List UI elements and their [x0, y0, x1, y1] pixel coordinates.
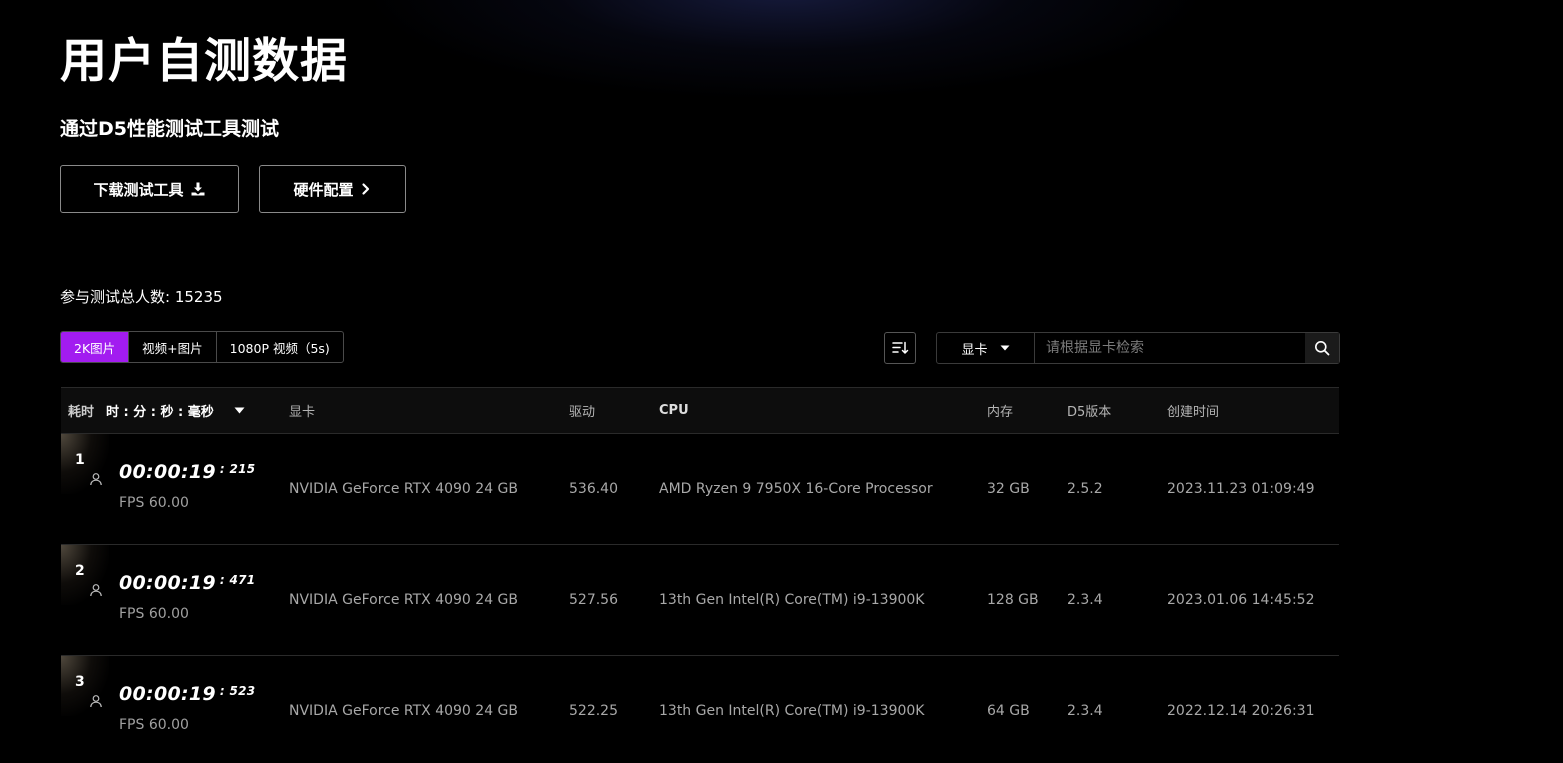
elapsed-time-value: 00:00:19 — [119, 461, 216, 483]
search-icon — [1315, 341, 1330, 356]
tab-video-image[interactable]: 视频+图片 — [129, 332, 217, 362]
gpu-cell: NVIDIA GeForce RTX 4090 24 GB — [289, 481, 519, 497]
download-tool-button[interactable]: 下载测试工具 — [60, 165, 239, 213]
memory-cell: 32 GB — [987, 481, 1030, 497]
version-cell: 2.3.4 — [1067, 703, 1103, 719]
table-row[interactable]: 2 00:00:19: 471 FPS 60.00 NVIDIA GeForce… — [61, 545, 1339, 656]
page-title: 用户自测数据 — [60, 34, 348, 89]
search-field-select[interactable]: 显卡 — [937, 333, 1035, 363]
hardware-button-label: 硬件配置 — [293, 180, 354, 199]
search-box: 显卡 — [936, 332, 1340, 364]
test-mode-tabs: 2K图片 视频+图片 1080P 视频（5s) — [60, 331, 344, 363]
header-version: D5版本 — [1067, 405, 1112, 420]
cpu-cell: 13th Gen Intel(R) Core(TM) i9-13900K — [659, 592, 925, 608]
caret-down-icon — [1000, 345, 1009, 351]
elapsed-time: 00:00:19: 215 — [119, 461, 255, 483]
header-memory: 内存 — [987, 405, 1014, 420]
elapsed-time-value: 00:00:19 — [119, 683, 216, 705]
cpu-cell: AMD Ryzen 9 7950X 16-Core Processor — [659, 481, 933, 497]
time-sort-header[interactable]: 耗时 时 : 分 : 秒 : 毫秒 — [68, 388, 245, 433]
page-subtitle: 通过D5性能测试工具测试 — [60, 118, 279, 140]
driver-cell: 522.25 — [569, 703, 618, 719]
gpu-cell: NVIDIA GeForce RTX 4090 24 GB — [289, 592, 519, 608]
user-icon — [90, 584, 102, 597]
elapsed-ms: : 471 — [219, 573, 256, 587]
driver-cell: 527.56 — [569, 592, 618, 608]
fps-value: FPS 60.00 — [119, 495, 189, 511]
version-cell: 2.3.4 — [1067, 592, 1103, 608]
search-input[interactable] — [1035, 333, 1305, 363]
results-table: 耗时 时 : 分 : 秒 : 毫秒 显卡 驱动 CPU 内存 D5版本 创建时间… — [61, 387, 1339, 763]
tab-2k-image[interactable]: 2K图片 — [61, 332, 130, 362]
table-row[interactable]: 3 00:00:19: 523 FPS 60.00 NVIDIA GeForce… — [61, 656, 1339, 763]
sort-icon — [892, 341, 909, 354]
gpu-cell: NVIDIA GeForce RTX 4090 24 GB — [289, 703, 519, 719]
header-gpu: 显卡 — [289, 405, 316, 420]
cpu-cell: 13th Gen Intel(R) Core(TM) i9-13900K — [659, 703, 925, 719]
download-button-label: 下载测试工具 — [93, 180, 184, 199]
sort-button[interactable] — [884, 332, 916, 364]
tab-1080p-video[interactable]: 1080P 视频（5s) — [217, 332, 343, 362]
header-cpu: CPU — [659, 403, 689, 418]
created-cell: 2023.11.23 01:09:49 — [1167, 481, 1315, 497]
search-field-label: 显卡 — [961, 342, 988, 358]
elapsed-ms: : 523 — [219, 684, 256, 698]
fps-value: FPS 60.00 — [119, 717, 189, 733]
elapsed-time: 00:00:19: 471 — [119, 572, 255, 594]
rank-number: 1 — [75, 452, 85, 468]
header-driver: 驱动 — [569, 405, 596, 420]
elapsed-time-value: 00:00:19 — [119, 572, 216, 594]
user-icon — [90, 695, 102, 708]
download-icon — [191, 182, 204, 196]
version-cell: 2.5.2 — [1067, 481, 1103, 497]
memory-cell: 64 GB — [987, 703, 1030, 719]
created-cell: 2022.12.14 20:26:31 — [1167, 703, 1315, 719]
rank-number: 3 — [75, 674, 85, 690]
hardware-config-button[interactable]: 硬件配置 — [259, 165, 406, 213]
user-icon — [90, 473, 102, 486]
page: 用户自测数据 通过D5性能测试工具测试 下载测试工具 硬件配置 参与测试总人数:… — [0, 0, 1563, 763]
created-cell: 2023.01.06 14:45:52 — [1167, 592, 1315, 608]
header-time-format: 时 : 分 : 秒 : 毫秒 — [106, 405, 214, 420]
memory-cell: 128 GB — [987, 592, 1039, 608]
total-participants: 参与测试总人数: 15235 — [60, 288, 223, 306]
caret-down-icon — [234, 407, 245, 414]
header-created: 创建时间 — [1167, 405, 1220, 420]
driver-cell: 536.40 — [569, 481, 618, 497]
elapsed-time: 00:00:19: 523 — [119, 683, 255, 705]
chevron-right-icon — [361, 183, 369, 195]
table-row[interactable]: 1 00:00:19: 215 FPS 60.00 NVIDIA GeForce… — [61, 434, 1339, 545]
search-button[interactable] — [1305, 333, 1339, 363]
elapsed-ms: : 215 — [219, 462, 256, 476]
header-time: 耗时 — [68, 405, 95, 420]
table-header: 耗时 时 : 分 : 秒 : 毫秒 显卡 驱动 CPU 内存 D5版本 创建时间 — [61, 387, 1339, 434]
rank-number: 2 — [75, 563, 85, 579]
fps-value: FPS 60.00 — [119, 606, 189, 622]
